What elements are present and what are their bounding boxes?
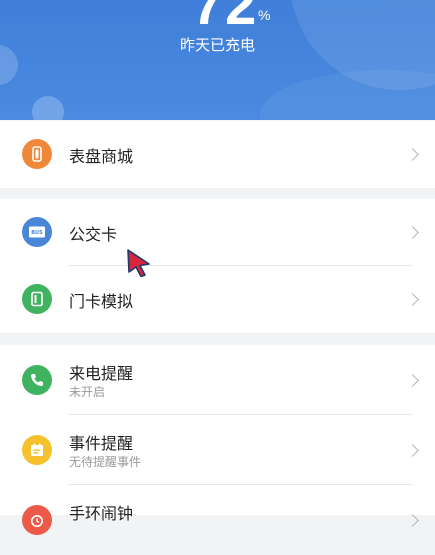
- battery-percent: 72: [192, 0, 259, 36]
- door-card-icon: [22, 284, 52, 314]
- bus-card-icon: BUS: [22, 217, 52, 247]
- chevron-right-icon: [406, 293, 419, 306]
- menu-item-status: 无待提醒事件: [69, 455, 142, 469]
- menu-item-bus-card[interactable]: BUS 公交卡: [0, 199, 435, 266]
- battery-status: 昨天已充电: [179, 36, 255, 54]
- menu-item-label: 公交卡: [69, 225, 118, 244]
- battery-unit: %: [258, 7, 271, 23]
- menu-item-alarm[interactable]: 手环闹钟: [0, 485, 435, 555]
- menu-item-watch-store[interactable]: 表盘商城: [0, 121, 435, 188]
- chevron-right-icon: [406, 374, 419, 387]
- menu-item-label: 门卡模拟: [69, 292, 134, 311]
- chevron-right-icon: [406, 514, 419, 527]
- menu-item-door-card[interactable]: 门卡模拟: [0, 266, 435, 333]
- battery-header: 72 % 昨天已充电: [0, 0, 435, 120]
- svg-text:BUS: BUS: [31, 230, 43, 236]
- menu-group-store: 表盘商城: [0, 121, 435, 188]
- chevron-right-icon: [406, 444, 419, 457]
- phone-icon: [22, 365, 52, 395]
- chevron-right-icon: [406, 226, 419, 239]
- menu-item-label: 来电提醒: [69, 364, 134, 383]
- menu-item-status: 未开启: [69, 385, 106, 399]
- menu-item-label: 表盘商城: [69, 147, 134, 166]
- menu-item-event-reminder[interactable]: 事件提醒 无待提醒事件: [0, 415, 435, 485]
- menu-item-label: 事件提醒: [69, 434, 134, 453]
- menu-group-cards: BUS 公交卡 门卡模拟: [0, 199, 435, 333]
- menu-group-reminders: 来电提醒 未开启 事件提醒 无待提醒事件 手环闹钟: [0, 345, 435, 535]
- mouse-cursor-icon: [127, 249, 153, 281]
- menu-item-call-reminder[interactable]: 来电提醒 未开启: [0, 345, 435, 415]
- watch-icon: [22, 139, 52, 169]
- chevron-right-icon: [406, 148, 419, 161]
- decorative-bubble: [260, 70, 435, 120]
- decorative-bubble: [32, 96, 64, 120]
- menu-item-label: 手环闹钟: [69, 504, 134, 523]
- alarm-clock-icon: [22, 505, 52, 535]
- calendar-icon: [22, 435, 52, 465]
